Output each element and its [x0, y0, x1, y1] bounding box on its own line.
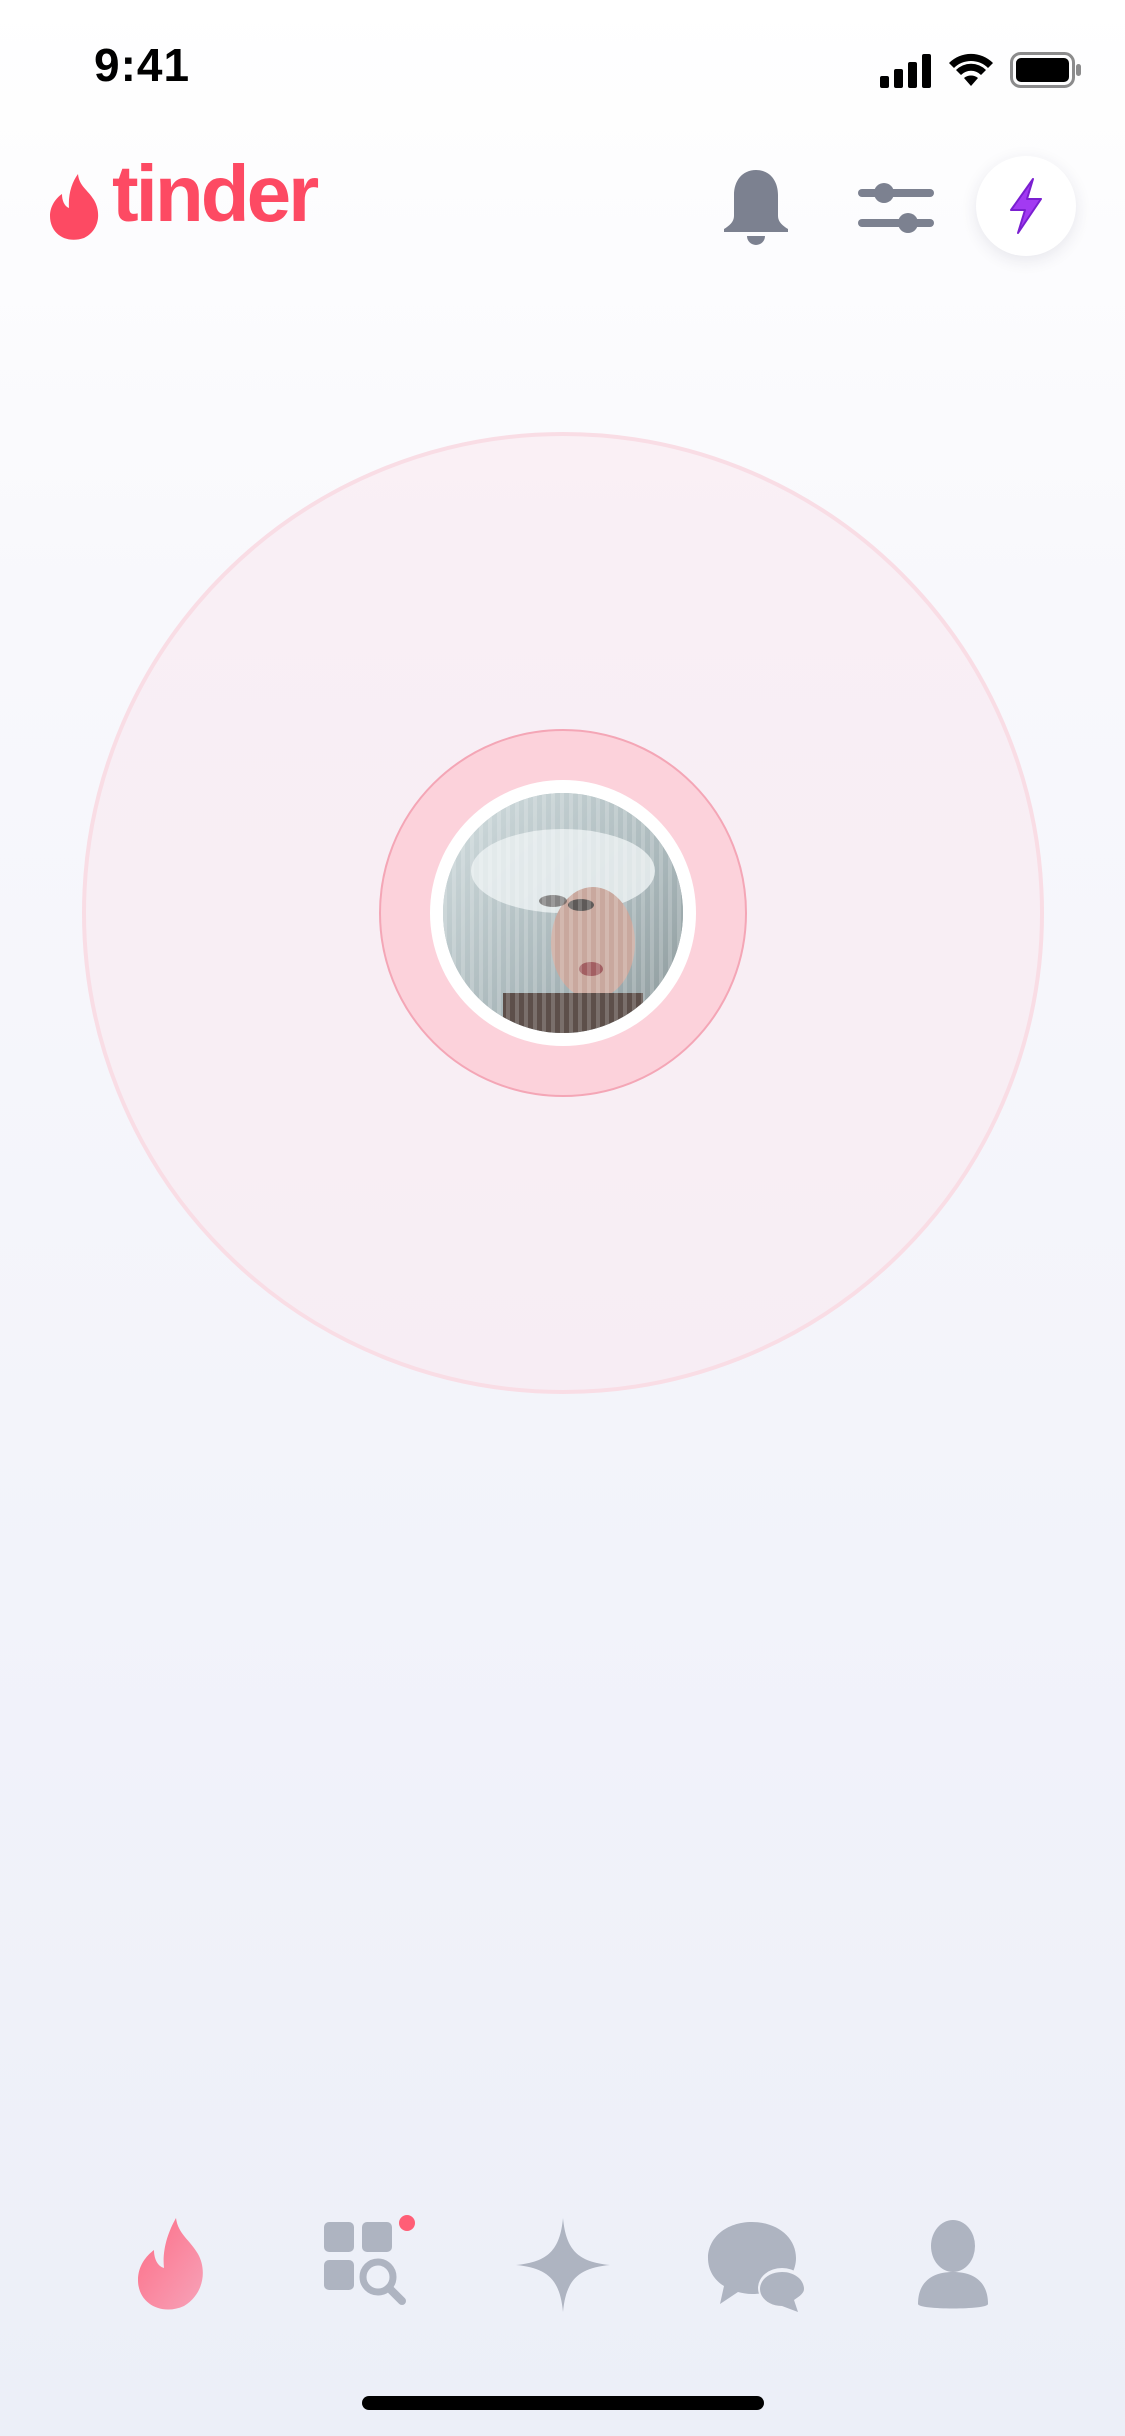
bell-icon — [724, 170, 788, 245]
flame-icon — [138, 2218, 203, 2310]
screen: 9:41 tinder — [0, 0, 1125, 2436]
profile-photo-illustration — [443, 793, 683, 1033]
flame-icon — [50, 174, 99, 240]
tab-home[interactable] — [118, 2210, 228, 2320]
wifi-icon — [949, 53, 993, 86]
boost-button[interactable] — [976, 156, 1076, 256]
battery-icon — [1010, 52, 1081, 88]
person-icon — [918, 2220, 988, 2309]
tab-profile[interactable] — [898, 2210, 1008, 2320]
new-badge-dot — [399, 2215, 415, 2231]
logo-wordmark: tinder — [112, 149, 319, 238]
lightning-bolt-icon — [1010, 178, 1042, 234]
tab-gold-likes[interactable] — [508, 2210, 618, 2320]
user-profile-photo — [443, 793, 683, 1033]
cellular-signal-icon — [83, 46, 137, 80]
tab-explore[interactable] — [312, 2210, 422, 2320]
chat-bubbles-icon — [708, 2222, 806, 2312]
tab-messages[interactable] — [702, 2210, 812, 2320]
sparkle-star-icon — [516, 2218, 610, 2312]
home-indicator[interactable] — [362, 2396, 764, 2410]
sliders-icon — [858, 183, 934, 233]
cellular-signal-icon — [880, 54, 931, 88]
filters-button[interactable] — [856, 176, 936, 240]
notifications-button[interactable] — [722, 168, 790, 246]
